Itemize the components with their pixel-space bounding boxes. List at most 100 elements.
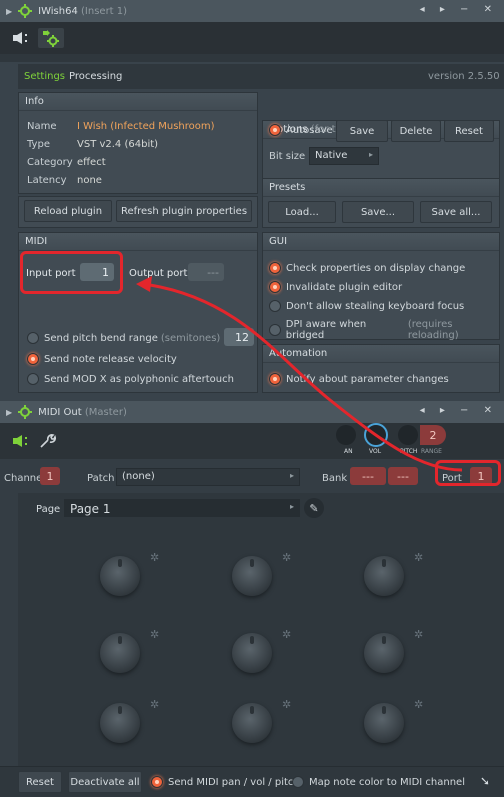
- output-port-stepper[interactable]: ---: [188, 263, 224, 281]
- gear-icon[interactable]: ✲: [414, 628, 423, 641]
- arrow-icon[interactable]: ➘: [480, 774, 490, 788]
- reload-plugin-button[interactable]: Reload plugin: [24, 200, 112, 222]
- bank-stepper-2[interactable]: ---: [388, 467, 418, 485]
- info-type-value: VST v2.4 (64bit): [77, 139, 159, 150]
- info-type-label: Type: [27, 139, 50, 150]
- collapse-triangle-icon[interactable]: ▶: [6, 7, 12, 16]
- mod-x-row[interactable]: Send MOD X as polyphonic aftertouch: [27, 373, 234, 385]
- info-latency-value: none: [77, 175, 102, 186]
- pitch-bend-stepper[interactable]: 12: [224, 328, 254, 346]
- options-delete-button[interactable]: Delete: [391, 120, 441, 142]
- window-title: MIDI Out (Master): [38, 406, 127, 418]
- invalidate-editor-label: Invalidate plugin editor: [286, 281, 403, 293]
- channel-stepper[interactable]: 1: [40, 467, 60, 485]
- presets-save-button[interactable]: Save...: [342, 201, 414, 223]
- presets-save-all-button[interactable]: Save all...: [420, 201, 492, 223]
- input-port-highlight: [20, 251, 123, 294]
- options-save-button[interactable]: Save: [336, 120, 388, 142]
- map-note-color-radio[interactable]: Map note color to MIDI channel: [292, 776, 465, 788]
- dropdown-arrow-icon: ▸: [289, 471, 294, 480]
- pan-knob[interactable]: [336, 425, 356, 445]
- send-midi-radio[interactable]: Send MIDI pan / vol / pitch: [151, 776, 300, 788]
- patch-dropdown[interactable]: (none) ▸: [116, 468, 300, 486]
- pitch-knob[interactable]: [398, 425, 418, 445]
- refresh-properties-button[interactable]: Refresh plugin properties: [116, 200, 252, 222]
- autosave-radio[interactable]: Autosave: [269, 124, 333, 136]
- info-header: Info: [19, 93, 257, 111]
- knob-9[interactable]: [364, 703, 404, 743]
- patch-value: (none): [122, 471, 155, 482]
- speaker-icon[interactable]: [8, 431, 34, 451]
- gear-icon[interactable]: ✲: [282, 551, 291, 564]
- plugin-gear-icon: [18, 4, 33, 18]
- invalidate-editor-radio[interactable]: Invalidate plugin editor: [269, 281, 402, 293]
- range-label: RANGE: [421, 448, 442, 455]
- pitch-bend-units: (semitones): [160, 332, 221, 344]
- check-props-dot: [269, 262, 281, 274]
- tab-settings[interactable]: Settings: [24, 71, 65, 82]
- bank-stepper-1[interactable]: ---: [350, 467, 386, 485]
- note-release-label: Send note release velocity: [44, 353, 177, 365]
- knob-3[interactable]: [364, 556, 404, 596]
- knob-8[interactable]: [232, 703, 272, 743]
- check-props-radio[interactable]: Check properties on display change: [269, 262, 465, 274]
- info-name-value: I Wish (Infected Mushroom): [77, 121, 215, 132]
- autosave-dot: [269, 124, 281, 136]
- info-name-label: Name: [27, 121, 57, 132]
- options-reset-button[interactable]: Reset: [444, 120, 494, 142]
- gear-icon[interactable]: ✲: [282, 628, 291, 641]
- pan-label: AN: [344, 448, 353, 455]
- vol-knob[interactable]: [364, 423, 388, 447]
- speaker-icon[interactable]: [8, 28, 34, 48]
- page-value: Page 1: [70, 502, 111, 516]
- bitsize-value: Native: [315, 150, 348, 161]
- gear-icon[interactable]: ✲: [414, 698, 423, 711]
- note-release-dot: [27, 353, 39, 365]
- window-controls[interactable]: ◂ ▸ − ✕: [420, 405, 498, 416]
- info-category-label: Category: [27, 157, 73, 168]
- bitsize-dropdown[interactable]: Native ▸: [309, 147, 379, 165]
- output-port-label: Output port: [129, 268, 188, 279]
- midi-out-titlebar[interactable]: ▶ MIDI Out (Master) ◂ ▸ − ✕: [0, 401, 504, 423]
- note-release-radio[interactable]: Send note release velocity: [27, 353, 177, 365]
- gear-icon[interactable]: ✲: [150, 628, 159, 641]
- reset-button[interactable]: Reset: [18, 771, 62, 793]
- window-controls[interactable]: ◂ ▸ − ✕: [420, 4, 498, 15]
- notify-params-dot: [269, 373, 281, 385]
- knob-6[interactable]: [364, 633, 404, 673]
- knob-1[interactable]: [100, 556, 140, 596]
- pitch-label: PITCH: [400, 448, 418, 455]
- channel-value: 1: [46, 469, 54, 483]
- knob-4[interactable]: [100, 633, 140, 673]
- gear-icon[interactable]: ✲: [282, 698, 291, 711]
- range-stepper[interactable]: 2: [420, 425, 446, 445]
- gear-icon[interactable]: ✲: [150, 698, 159, 711]
- plugin-settings-icon[interactable]: [38, 28, 64, 48]
- bitsize-label: Bit size: [269, 151, 306, 162]
- wrench-icon[interactable]: [34, 431, 60, 451]
- dont-allow-focus-radio[interactable]: Don't allow stealing keyboard focus: [269, 300, 464, 312]
- gear-icon[interactable]: ✲: [414, 551, 423, 564]
- gui-header: GUI: [263, 233, 499, 251]
- knob-2[interactable]: [232, 556, 272, 596]
- knob-5[interactable]: [232, 633, 272, 673]
- presets-load-button[interactable]: Load...: [268, 201, 336, 223]
- page-dropdown[interactable]: Page 1 ▸: [64, 499, 300, 517]
- notify-params-radio[interactable]: Notify about parameter changes: [269, 373, 449, 385]
- collapse-triangle-icon[interactable]: ▶: [6, 408, 12, 417]
- knob-7[interactable]: [100, 703, 140, 743]
- dpi-aware-radio[interactable]: DPI aware when bridged (requires reloadin…: [269, 319, 504, 341]
- map-note-color-label: Map note color to MIDI channel: [309, 776, 465, 788]
- dpi-aware-label: DPI aware when bridged: [285, 319, 367, 341]
- iwish-titlebar[interactable]: ▶ IWish64 (Insert 1) ◂ ▸ − ✕: [0, 0, 504, 22]
- send-midi-dot: [151, 776, 163, 788]
- pitch-bend-radio[interactable]: Send pitch bend range (semitones): [27, 332, 220, 344]
- gear-icon[interactable]: ✲: [150, 551, 159, 564]
- dont-allow-focus-dot: [269, 300, 281, 312]
- midi-header: MIDI: [19, 233, 257, 251]
- tab-processing[interactable]: Processing: [69, 71, 122, 82]
- deactivate-all-button[interactable]: Deactivate all: [68, 771, 142, 793]
- status-bar: Reset Deactivate all Send MIDI pan / vol…: [0, 766, 504, 797]
- edit-pencil-icon[interactable]: ✎: [304, 498, 324, 518]
- window-title: IWish64 (Insert 1): [38, 5, 128, 17]
